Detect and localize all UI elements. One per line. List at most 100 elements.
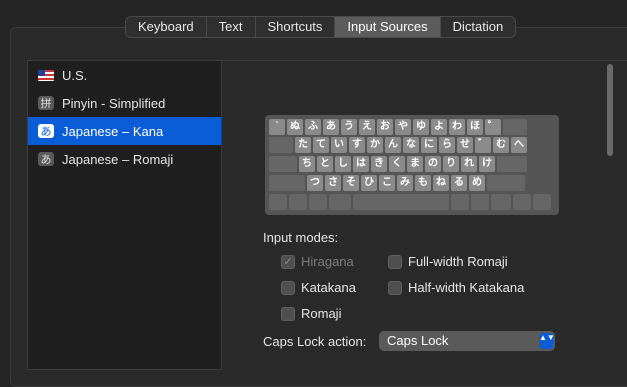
hiragana-icon: あ bbox=[38, 152, 54, 166]
keyboard-key: も bbox=[415, 175, 431, 191]
keyboard-key: せ bbox=[457, 137, 473, 153]
keyboard-key: お bbox=[377, 119, 393, 135]
hiragana-label: Hiragana bbox=[301, 254, 354, 269]
hiragana-icon: あ bbox=[38, 124, 54, 138]
tab-text[interactable]: Text bbox=[207, 17, 256, 37]
keyboard-key: き bbox=[371, 156, 387, 172]
full-width-romaji-label: Full-width Romaji bbox=[408, 254, 508, 269]
keyboard-key: ね bbox=[433, 175, 449, 191]
keyboard-blank-key bbox=[269, 156, 297, 172]
keyboard-key: ゆ bbox=[413, 119, 429, 135]
keyboard-key: み bbox=[397, 175, 413, 191]
keyboard-row-2: たていすかんなにらせ゛むへ bbox=[269, 137, 527, 153]
keyboard-key: め bbox=[469, 175, 485, 191]
keyboard-blank-key bbox=[289, 194, 307, 210]
source-label: Japanese – Kana bbox=[62, 123, 164, 139]
keyboard-key: ほ bbox=[467, 119, 483, 135]
keyboard-blank-key bbox=[329, 194, 351, 210]
tab-bar: Keyboard Text Shortcuts Input Sources Di… bbox=[125, 16, 517, 38]
source-japanese-romaji[interactable]: あ Japanese – Romaji bbox=[28, 145, 221, 173]
romaji-label: Romaji bbox=[301, 306, 342, 321]
keyboard-key: ` bbox=[269, 119, 285, 135]
pinyin-icon: 拼 bbox=[38, 96, 54, 110]
input-modes-label: Input modes: bbox=[263, 230, 339, 245]
keyboard-blank-key bbox=[269, 194, 287, 210]
us-flag-icon bbox=[38, 69, 54, 81]
keyboard-blank-key bbox=[533, 194, 551, 210]
keyboard-key: は bbox=[353, 156, 369, 172]
tab-dictation[interactable]: Dictation bbox=[441, 17, 516, 37]
scrollbar-thumb[interactable] bbox=[607, 64, 613, 156]
keyboard-blank-key bbox=[491, 194, 511, 210]
keyboard-key: あ bbox=[323, 119, 339, 135]
keyboard-blank-key bbox=[487, 175, 525, 191]
keyboard-key: ら bbox=[439, 137, 455, 153]
keyboard-key: す bbox=[349, 137, 365, 153]
keyboard-blank-key bbox=[309, 194, 327, 210]
keyboard-key: わ bbox=[449, 119, 465, 135]
half-width-katakana-checkbox[interactable] bbox=[388, 281, 402, 295]
keyboard-key: そ bbox=[343, 175, 359, 191]
caps-lock-action-value: Caps Lock bbox=[387, 333, 449, 348]
hiragana-checkbox[interactable]: ✓ bbox=[281, 255, 295, 269]
keyboard-layout-preview: ` ぬふあうえおやゆよわほ゜ たていすかんなにらせ゛むへ ちとしはきくまのりれけ … bbox=[265, 115, 559, 215]
source-label: Pinyin - Simplified bbox=[62, 95, 166, 111]
keyboard-key: へ bbox=[511, 137, 527, 153]
tab-shortcuts[interactable]: Shortcuts bbox=[256, 17, 336, 37]
keyboard-key: ひ bbox=[361, 175, 377, 191]
keyboard-row-3: ちとしはきくまのりれけ bbox=[269, 156, 527, 172]
keyboard-key: よ bbox=[431, 119, 447, 135]
keyboard-key: ま bbox=[407, 156, 423, 172]
keyboard-key: さ bbox=[325, 175, 341, 191]
source-pinyin[interactable]: 拼 Pinyin - Simplified bbox=[28, 89, 221, 117]
keyboard-blank-key bbox=[353, 194, 449, 210]
source-label: Japanese – Romaji bbox=[62, 151, 174, 167]
keyboard-key: つ bbox=[307, 175, 323, 191]
keyboard-key: て bbox=[313, 137, 329, 153]
keyboard-key: た bbox=[295, 137, 311, 153]
source-label: U.S. bbox=[62, 67, 88, 83]
katakana-checkbox[interactable] bbox=[281, 281, 295, 295]
keyboard-blank-key bbox=[269, 137, 293, 153]
katakana-label: Katakana bbox=[301, 280, 356, 295]
input-sources-list: U.S. 拼 Pinyin - Simplified あ Japanese – … bbox=[27, 60, 222, 370]
tab-keyboard[interactable]: Keyboard bbox=[126, 17, 207, 37]
romaji-checkbox[interactable] bbox=[281, 307, 295, 321]
keyboard-key: ぬ bbox=[287, 119, 303, 135]
keyboard-row-4: つさそひこみもねるめ bbox=[269, 175, 525, 191]
keyboard-key: し bbox=[335, 156, 351, 172]
source-japanese-kana[interactable]: あ Japanese – Kana bbox=[28, 117, 221, 145]
keyboard-key: り bbox=[443, 156, 459, 172]
keyboard-key: ふ bbox=[305, 119, 321, 135]
full-width-romaji-checkbox[interactable] bbox=[388, 255, 402, 269]
keyboard-key: え bbox=[359, 119, 375, 135]
keyboard-key: ん bbox=[385, 137, 401, 153]
keyboard-key: い bbox=[331, 137, 347, 153]
keyboard-key: の bbox=[425, 156, 441, 172]
keyboard-blank-key bbox=[497, 156, 527, 172]
source-us[interactable]: U.S. bbox=[28, 61, 221, 89]
half-width-katakana-label: Half-width Katakana bbox=[408, 280, 525, 295]
keyboard-blank-key bbox=[269, 175, 305, 191]
keyboard-key: ち bbox=[299, 156, 315, 172]
keyboard-key: に bbox=[421, 137, 437, 153]
caps-lock-action-label: Caps Lock action: bbox=[263, 334, 367, 349]
tab-input-sources[interactable]: Input Sources bbox=[335, 17, 441, 37]
keyboard-key: と bbox=[317, 156, 333, 172]
keyboard-key: こ bbox=[379, 175, 395, 191]
scrollbar[interactable] bbox=[604, 62, 616, 360]
keyboard-key: う bbox=[341, 119, 357, 135]
keyboard-key: か bbox=[367, 137, 383, 153]
keyboard-key: や bbox=[395, 119, 411, 135]
keyboard-blank-key bbox=[513, 194, 531, 210]
keyboard-key: け bbox=[479, 156, 495, 172]
keyboard-row-1: ` ぬふあうえおやゆよわほ゜ bbox=[269, 119, 527, 135]
keyboard-key: れ bbox=[461, 156, 477, 172]
keyboard-blank-key bbox=[471, 194, 489, 210]
keyboard-key: ゜ bbox=[485, 119, 501, 135]
keyboard-key: な bbox=[403, 137, 419, 153]
keyboard-blank-key bbox=[503, 119, 527, 135]
keyboard-key: く bbox=[389, 156, 405, 172]
caps-lock-action-select[interactable]: Caps Lock ▲▼ bbox=[379, 331, 555, 351]
chevron-up-down-icon: ▲▼ bbox=[539, 333, 555, 349]
